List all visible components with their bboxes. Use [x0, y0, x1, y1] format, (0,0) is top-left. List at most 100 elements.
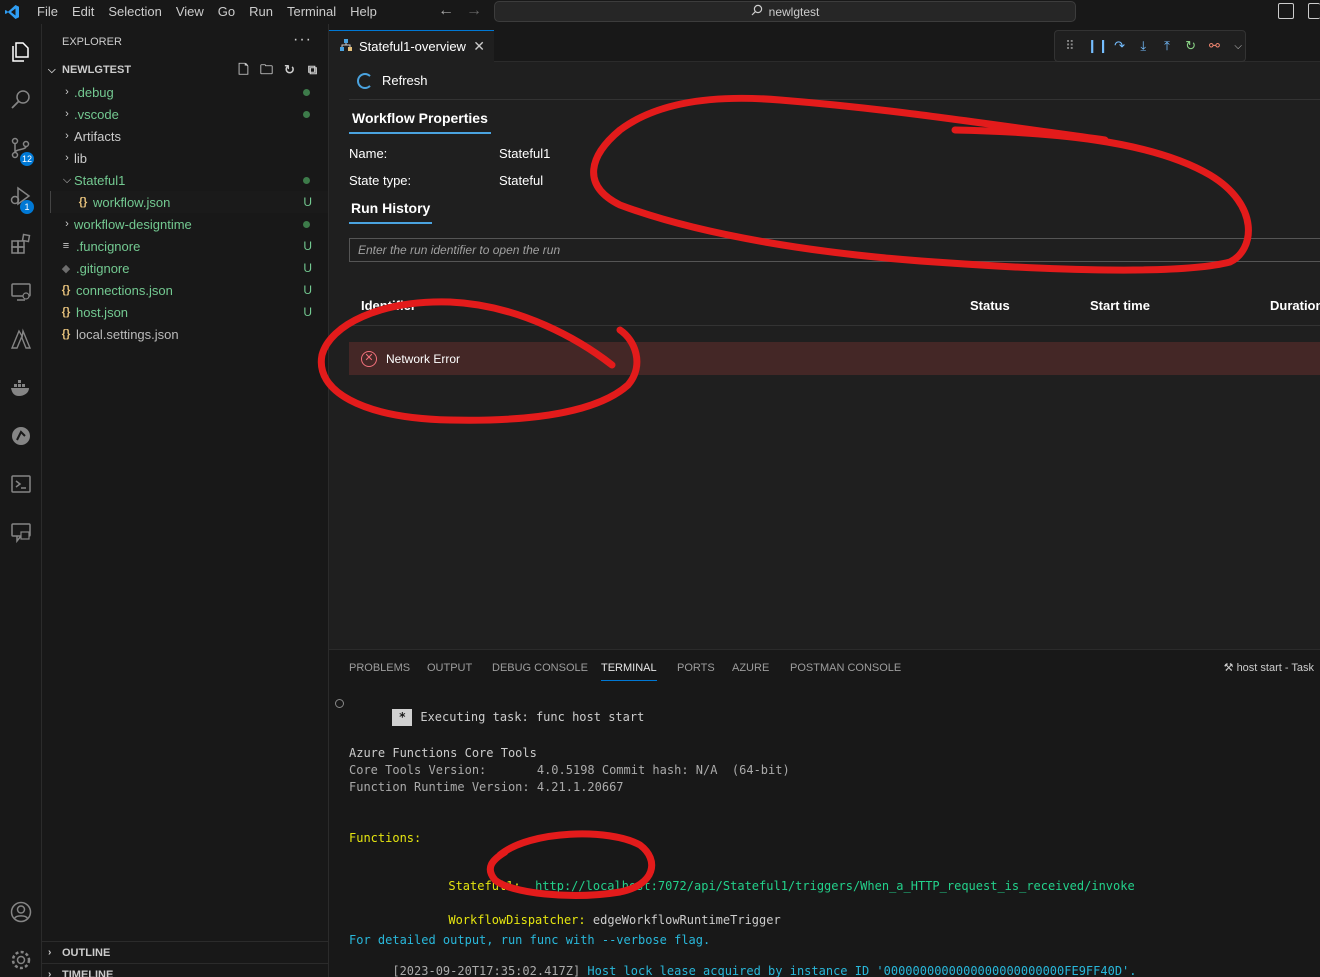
json-file-icon: {} — [61, 306, 71, 318]
tree-item-debug[interactable]: › .debug — [42, 81, 328, 103]
git-decoration: U — [303, 283, 312, 297]
git-status-dot — [303, 111, 310, 118]
tab-label: Stateful1-overview — [359, 39, 466, 54]
back-arrow-icon[interactable]: ← — [438, 2, 454, 20]
terminal-line-executing: * Executing task: func host start — [335, 695, 644, 740]
disconnect-icon[interactable]: ⚯ — [1208, 38, 1222, 54]
chevron-down-icon[interactable]: ⌵ — [1231, 41, 1245, 52]
title-bar: File Edit Selection View Go Run Terminal… — [0, 0, 1320, 24]
run-history-grid-header: Identifier Status Start time Duration — [349, 290, 1320, 326]
timeline-title: TIMELINE — [62, 968, 114, 977]
column-status[interactable]: Status — [970, 298, 1010, 313]
drag-handle-icon[interactable]: ⠿ — [1063, 38, 1077, 54]
tab-debug-console[interactable]: DEBUG CONSOLE — [492, 662, 588, 674]
explorer-icon[interactable] — [0, 32, 42, 72]
git-decoration: U — [303, 195, 312, 209]
editor-tabs: Stateful1-overview ✕ ⠿ ❙❙ ↷ ⤓ ⤒ ↻ ⚯ ⌵ — [329, 24, 1320, 62]
refresh-button[interactable]: Refresh — [349, 62, 1320, 100]
git-decoration: U — [303, 305, 312, 319]
column-start-time[interactable]: Start time — [1090, 298, 1150, 313]
menu-edit[interactable]: Edit — [65, 0, 101, 24]
tree-item-workflow-json[interactable]: {} workflow.json U — [50, 191, 328, 213]
step-out-icon[interactable]: ⤒ — [1160, 38, 1174, 54]
tree-item-connections-json[interactable]: {} connections.json U — [42, 279, 328, 301]
tree-item-label: host.json — [76, 304, 129, 320]
chevron-right-icon: › — [65, 130, 69, 142]
new-file-icon[interactable]: 🗋 — [236, 62, 251, 77]
terminal-line-functions: Functions: — [349, 831, 422, 845]
tree-item-label: lib — [74, 150, 88, 166]
tree-item-gitignore[interactable]: ◆ .gitignore U — [42, 257, 328, 279]
source-control-icon[interactable]: 12 — [0, 128, 42, 168]
new-folder-icon[interactable]: 🗀 — [259, 62, 274, 77]
menu-terminal[interactable]: Terminal — [280, 0, 343, 24]
terminal-task-selector[interactable]: ⚒ host start - Task — [1224, 661, 1314, 674]
search-icon[interactable] — [0, 80, 42, 120]
tree-item-label: .debug — [74, 84, 114, 100]
tab-stateful1-overview[interactable]: Stateful1-overview ✕ — [329, 30, 494, 62]
forward-arrow-icon[interactable]: → — [466, 2, 482, 20]
tree-item-artifacts[interactable]: › Artifacts — [42, 125, 328, 147]
refresh-icon — [357, 72, 373, 89]
workflow-properties-header: Workflow Properties — [349, 110, 491, 134]
command-center-search[interactable]: newlgtest — [494, 1, 1076, 22]
collapse-folders-icon[interactable]: ⧉ — [305, 62, 320, 77]
menu-go[interactable]: Go — [211, 0, 242, 24]
menu-run[interactable]: Run — [242, 0, 280, 24]
column-duration[interactable]: Duration — [1270, 298, 1320, 313]
tab-terminal[interactable]: TERMINAL — [601, 662, 657, 681]
timeline-section[interactable]: › TIMELINE — [42, 963, 329, 977]
tab-output[interactable]: OUTPUT — [427, 662, 472, 674]
azure-icon[interactable] — [0, 320, 42, 360]
tree-item-stateful1[interactable]: ⌵ Stateful1 — [42, 169, 328, 191]
outline-section[interactable]: › OUTLINE — [42, 941, 329, 963]
accounts-icon[interactable] — [0, 892, 42, 932]
chevron-down-icon: ⌵ — [48, 64, 56, 76]
error-text: Network Error — [386, 351, 461, 366]
tree-item-local-settings-json[interactable]: {} local.settings.json — [42, 323, 328, 345]
tab-ports[interactable]: PORTS — [677, 662, 715, 674]
step-over-icon[interactable]: ↷ — [1113, 38, 1127, 54]
restart-icon[interactable]: ↻ — [1184, 38, 1198, 54]
json-file-icon: {} — [61, 284, 71, 296]
outline-title: OUTLINE — [62, 946, 111, 959]
tree-item-lib[interactable]: › lib — [42, 147, 328, 169]
tree-item-funcignore[interactable]: ≡ .funcignore U — [42, 235, 328, 257]
menu-help[interactable]: Help — [343, 0, 384, 24]
tree-item-vscode[interactable]: › .vscode — [42, 103, 328, 125]
close-icon[interactable]: ✕ — [473, 38, 485, 55]
powershell-icon[interactable] — [0, 464, 42, 504]
tree-item-label: .gitignore — [76, 260, 130, 276]
gitlens-icon[interactable] — [0, 416, 42, 456]
toggle-panel-icon[interactable] — [1308, 3, 1320, 19]
column-identifier[interactable]: Identifier — [361, 298, 416, 313]
error-icon: ✕ — [361, 350, 377, 367]
live-share-icon[interactable] — [0, 512, 42, 552]
state-type-value: Stateful — [499, 173, 544, 188]
menu-view[interactable]: View — [169, 0, 211, 24]
remote-explorer-icon[interactable] — [0, 272, 42, 312]
tab-postman-console[interactable]: POSTMAN CONSOLE — [790, 662, 901, 674]
toggle-sidebar-icon[interactable] — [1278, 3, 1294, 19]
tab-problems[interactable]: PROBLEMS — [349, 662, 410, 674]
tree-item-workflow-designtime[interactable]: › workflow-designtime — [42, 213, 328, 235]
extensions-icon[interactable] — [0, 224, 42, 264]
tab-azure[interactable]: AZURE — [732, 662, 769, 674]
workspace-section[interactable]: ⌵ NEWLGTEST 🗋 🗀 ↻ ⧉ — [42, 59, 328, 81]
pause-icon[interactable]: ❙❙ — [1087, 38, 1109, 54]
step-into-icon[interactable]: ⤓ — [1136, 38, 1150, 54]
manage-gear-icon[interactable] — [0, 940, 42, 977]
more-actions-icon[interactable]: ··· — [293, 31, 312, 49]
terminal-line-core-tools-version: Core Tools Version: 4.0.5198 Commit hash… — [349, 763, 790, 777]
run-debug-icon[interactable]: 1 — [0, 176, 42, 216]
refresh-explorer-icon[interactable]: ↻ — [282, 62, 297, 77]
docker-icon[interactable] — [0, 368, 42, 408]
tree-item-label: .vscode — [74, 106, 119, 122]
run-history-header: Run History — [349, 200, 433, 224]
tree-item-host-json[interactable]: {} host.json U — [42, 301, 328, 323]
menu-selection[interactable]: Selection — [101, 0, 168, 24]
network-error-message: ✕ Network Error — [349, 342, 1320, 375]
run-identifier-input[interactable]: Enter the run identifier to open the run — [349, 238, 1320, 262]
menu-file[interactable]: File — [30, 0, 65, 24]
explorer-title: EXPLORER — [62, 35, 122, 48]
